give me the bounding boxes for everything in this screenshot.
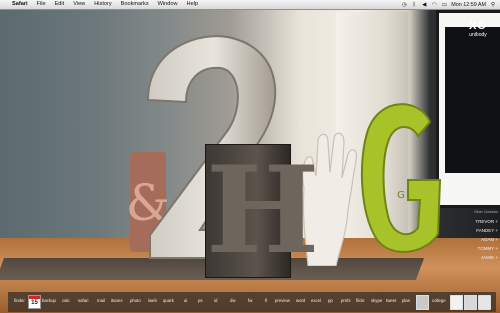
contact-item[interactable]: ADAM + — [440, 235, 498, 244]
letter-g-sculpture: G — [356, 88, 446, 258]
monitor-logo: XO unibody — [458, 20, 498, 38]
contact-item[interactable]: FANDEY + — [440, 226, 498, 235]
dock-item-photo[interactable]: photo — [130, 298, 141, 303]
dock-item-ai[interactable]: ai — [184, 298, 187, 303]
dock-item-ps[interactable]: ps — [198, 298, 203, 303]
dock-stack-icon[interactable] — [464, 295, 477, 310]
monitor-subtitle: unibody — [469, 32, 487, 38]
contacts-header: Other Contacts — [473, 210, 498, 214]
dock-item-college[interactable]: college — [432, 298, 446, 303]
contacts-widget: Other Contacts TREVOR + FANDEY + ADAM + … — [440, 210, 498, 262]
app-menu[interactable]: Safari — [12, 0, 28, 9]
dock-item-iweb[interactable]: iweb — [148, 298, 157, 303]
contact-item[interactable]: TOMMY + — [440, 244, 498, 253]
dock: finder 15 backup calc safari mail itunes… — [8, 291, 496, 312]
dock-item-skype[interactable]: skype — [371, 298, 382, 303]
menu-bar: Safari File Edit View History Bookmarks … — [0, 0, 500, 10]
trash-icon[interactable] — [478, 295, 491, 310]
dock-item-fw[interactable]: fw — [248, 298, 252, 303]
battery-icon[interactable]: ▭ — [441, 2, 447, 8]
status-area: ◷ ᛒ ◀ ◠ ▭ Mon 12:59 AM ⚲ — [401, 0, 496, 9]
volume-icon[interactable]: ◀ — [421, 2, 427, 8]
menu-window[interactable]: Window — [158, 0, 178, 9]
desktop-wallpaper: XO unibody Other Contacts TREVOR + FANDE… — [0, 0, 500, 313]
dock-item-excel[interactable]: excel — [311, 298, 321, 303]
clock[interactable]: Mon 12:59 AM — [451, 2, 486, 8]
letter-h-glyph: H — [206, 140, 320, 281]
dock-document-icon[interactable] — [450, 295, 463, 310]
contact-item[interactable]: TREVOR + — [440, 217, 498, 226]
dock-item-fl[interactable]: fl — [265, 298, 267, 303]
dock-folder-icon[interactable] — [416, 295, 429, 310]
dock-item-finder[interactable]: finder — [14, 298, 25, 303]
monitor-brand: XO — [469, 20, 487, 32]
letter-g-glyph: G — [397, 190, 405, 201]
dock-item-id[interactable]: id — [214, 298, 217, 303]
menu-bookmarks[interactable]: Bookmarks — [121, 0, 149, 9]
dock-item-calc[interactable]: calc — [62, 298, 70, 303]
letter-h-block: H — [205, 140, 320, 281]
dock-item-dw[interactable]: dw — [230, 298, 236, 303]
dock-item-mail[interactable]: mail — [97, 298, 105, 303]
dock-item-backup[interactable]: backup — [42, 298, 56, 303]
bluetooth-icon[interactable]: ᛒ — [411, 2, 417, 8]
calendar-icon[interactable]: 15 — [28, 295, 41, 309]
contact-item[interactable]: JAMIE + — [440, 253, 498, 262]
dock-item-plan[interactable]: plan — [402, 298, 410, 303]
dock-item-itunes[interactable]: itunes — [111, 298, 122, 303]
menu-history[interactable]: History — [94, 0, 111, 9]
dock-item-prefs[interactable]: prefs — [341, 298, 351, 303]
dock-item-pp[interactable]: pp — [328, 298, 333, 303]
menu-view[interactable]: View — [73, 0, 85, 9]
timemachine-icon[interactable]: ◷ — [401, 2, 407, 8]
dock-item-quark[interactable]: quark — [163, 298, 174, 303]
monitor-screen — [445, 27, 500, 173]
menu-help[interactable]: Help — [187, 0, 199, 9]
dock-item-safari[interactable]: safari — [78, 298, 89, 303]
dock-item-word[interactable]: word — [296, 298, 305, 303]
menu-file[interactable]: File — [37, 0, 46, 9]
wifi-icon[interactable]: ◠ — [431, 2, 437, 8]
spotlight-search-icon[interactable]: ⚲ — [490, 2, 496, 8]
dock-item-tweet[interactable]: tweet — [386, 298, 396, 303]
dock-item-flickr[interactable]: flickr — [356, 298, 365, 303]
dock-item-preview[interactable]: preview — [275, 298, 290, 303]
calendar-day: 15 — [31, 300, 38, 306]
menu-edit[interactable]: Edit — [55, 0, 65, 9]
